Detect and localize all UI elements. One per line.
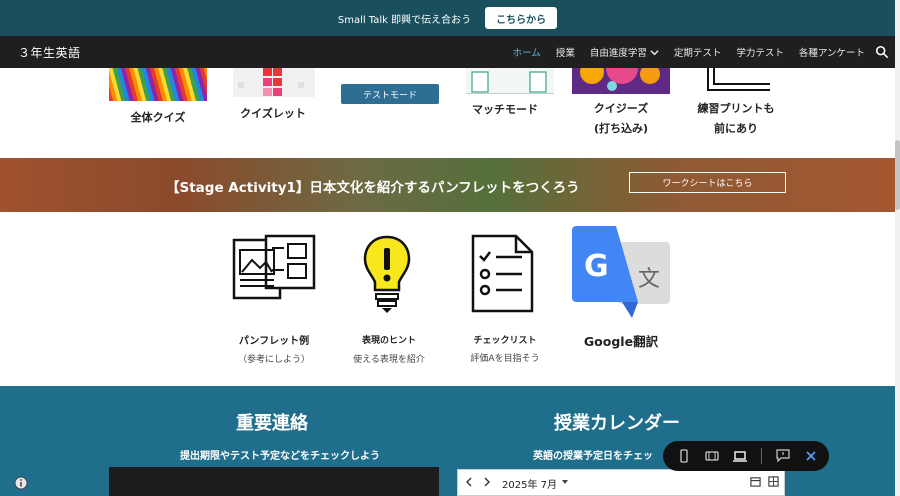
feedback-icon[interactable]: [776, 449, 790, 463]
announcement-button[interactable]: こちらから: [485, 7, 558, 29]
calendar-icon[interactable]: [750, 476, 761, 487]
svg-text:G: G: [584, 249, 609, 284]
laptop-view-icon[interactable]: [733, 449, 747, 463]
nav-label: 自由進度学習: [589, 48, 647, 59]
calendar-month[interactable]: 2025年 7月: [502, 476, 557, 491]
google-translate-title: Google翻訳: [583, 334, 659, 349]
quizizz-image[interactable]: [572, 68, 670, 94]
nav-item-home[interactable]: ホーム: [513, 36, 541, 68]
info-icon[interactable]: [14, 476, 28, 490]
checklist-sub: 評価Aを目指そう: [470, 354, 540, 364]
nav-item-periodic-test[interactable]: 定期テスト: [674, 36, 722, 68]
svg-text:文: 文: [638, 267, 660, 292]
checklist-title: チェックリスト: [473, 336, 537, 346]
brochure-icon[interactable]: [232, 226, 318, 316]
top-navbar: ３年生英語 ホーム 授業 自由進度学習 定期テスト 学力テスト 各種アンケート: [0, 36, 895, 68]
test-mode-button[interactable]: テストモード: [341, 84, 439, 104]
phone-view-icon[interactable]: [677, 449, 691, 463]
quizlet-image[interactable]: [233, 68, 315, 97]
embedded-calendar: 2025年 7月: [457, 469, 785, 496]
nav-menu: ホーム 授業 自由進度学習 定期テスト 学力テスト 各種アンケート: [513, 36, 865, 68]
nav-label: 学力テスト: [736, 48, 784, 59]
quizizz-art-icon: [580, 68, 660, 91]
blocks-icon: [238, 68, 304, 96]
worksheet-button[interactable]: ワークシートはこちら: [629, 172, 786, 193]
expression-hints-title: 表現のヒント: [361, 336, 416, 346]
nav-label: ホーム: [512, 48, 541, 59]
whole-quiz-image[interactable]: [109, 68, 207, 101]
brochure-example-sub: （参考にしよう）: [237, 355, 310, 365]
match-mode-image[interactable]: [466, 68, 554, 94]
nav-item-self-paced[interactable]: 自由進度学習: [590, 36, 659, 68]
calendar-prev-next[interactable]: [466, 476, 490, 488]
nav-item-surveys[interactable]: 各種アンケート: [799, 36, 865, 68]
page-scrollbar[interactable]: [895, 0, 900, 496]
practice-print-image[interactable]: [706, 68, 772, 92]
nav-item-lessons[interactable]: 授業: [556, 36, 575, 68]
important-notice-heading: 重要連絡: [236, 413, 308, 434]
site-title[interactable]: ３年生英語: [18, 44, 81, 61]
chevron-down-icon: [650, 49, 659, 55]
practice-print-sublabel: 前にあり: [714, 122, 758, 135]
close-icon[interactable]: [804, 449, 818, 463]
expression-hints-sub: 使える表現を紹介: [353, 355, 425, 365]
caret-down-icon[interactable]: [562, 480, 568, 485]
quizizz-sublabel: (打ち込み): [593, 122, 649, 135]
class-calendar-sub: 英語の授業予定日をチェッ: [533, 451, 653, 462]
announcement-text: Small Talk 即興で伝え合おう: [337, 14, 472, 26]
grid-icon[interactable]: [768, 476, 779, 487]
brochure-example-title: パンフレット例: [238, 336, 310, 347]
scrollbar-thumb[interactable]: [895, 140, 900, 210]
google-translate-icon[interactable]: G 文: [572, 226, 670, 318]
toolbar-separator: [761, 448, 762, 464]
important-notice-sub: 提出期限やテスト予定などをチェックしよう: [180, 451, 380, 462]
whole-quiz-label: 全体クイズ: [130, 111, 186, 124]
announcement-bar: Small Talk 即興で伝え合おう こちらから: [0, 0, 895, 36]
tablet-view-icon[interactable]: [705, 449, 719, 463]
papers-icon: [707, 68, 770, 91]
embedded-video[interactable]: [109, 467, 439, 496]
quizizz-label: クイジーズ: [593, 102, 649, 115]
checklist-icon[interactable]: [470, 234, 536, 314]
search-icon[interactable]: [875, 45, 889, 59]
nav-label: 授業: [555, 48, 575, 59]
class-calendar-heading: 授業カレンダー: [554, 413, 680, 434]
quizlet-label: クイズレット: [240, 107, 306, 120]
practice-print-label: 練習プリントも: [697, 102, 775, 115]
quiz-links-row: テストモード 全体クイズ クイズレット マッチモード クイジーズ (打ち込み) …: [0, 68, 895, 158]
match-cards-icon: [471, 71, 547, 93]
nav-label: 定期テスト: [673, 48, 722, 59]
nav-label: 各種アンケート: [798, 48, 865, 59]
nav-item-academic-test[interactable]: 学力テスト: [736, 36, 784, 68]
preview-toolbar: [663, 441, 829, 471]
lightbulb-icon[interactable]: [362, 234, 412, 316]
banner-title: 【Stage Activity1】日本文化を紹介するパンフレットをつくろう: [166, 180, 580, 196]
match-mode-label: マッチモード: [472, 103, 538, 116]
